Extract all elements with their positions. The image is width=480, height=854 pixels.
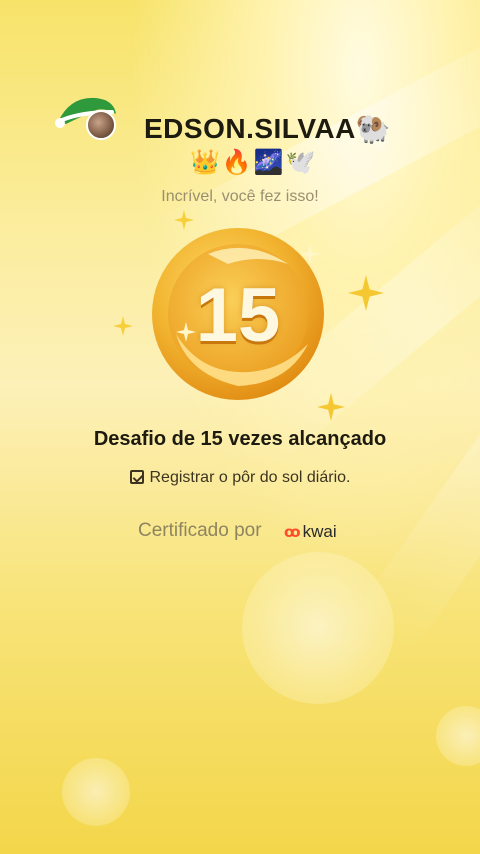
achievement-title: Desafio de 15 vezes alcançado [93, 428, 387, 450]
certified-by-label: Certificado por [138, 520, 262, 541]
brand-name: kwai [302, 522, 337, 541]
challenge-medal: 15 [148, 224, 328, 404]
task-label: Registrar o pôr do sol diário. [149, 469, 351, 486]
bokeh-circle [62, 758, 130, 826]
medal-number: 15 [195, 273, 281, 358]
sparkle-icon [113, 316, 133, 336]
ram-icon: 🐏 [355, 113, 392, 144]
username: EDSON.SILVAA🐏 [144, 113, 392, 144]
avatar-with-hat[interactable] [52, 92, 122, 142]
kwai-logo-icon: ꝏ [284, 524, 301, 541]
sparkle-icon [348, 275, 384, 311]
achievement-task: Registrar o pôr do sol diário. [0, 469, 480, 487]
profile-emoji-badges: 👑🔥🌌🕊️ [190, 149, 318, 176]
congrats-text: Incrível, você fez isso! [161, 188, 319, 205]
calendar-check-icon [129, 470, 144, 484]
kwai-brand[interactable]: ꝏ kwai [284, 522, 337, 542]
bokeh-circle [436, 706, 480, 766]
bokeh-circle [242, 552, 394, 704]
avatar[interactable] [86, 110, 116, 140]
